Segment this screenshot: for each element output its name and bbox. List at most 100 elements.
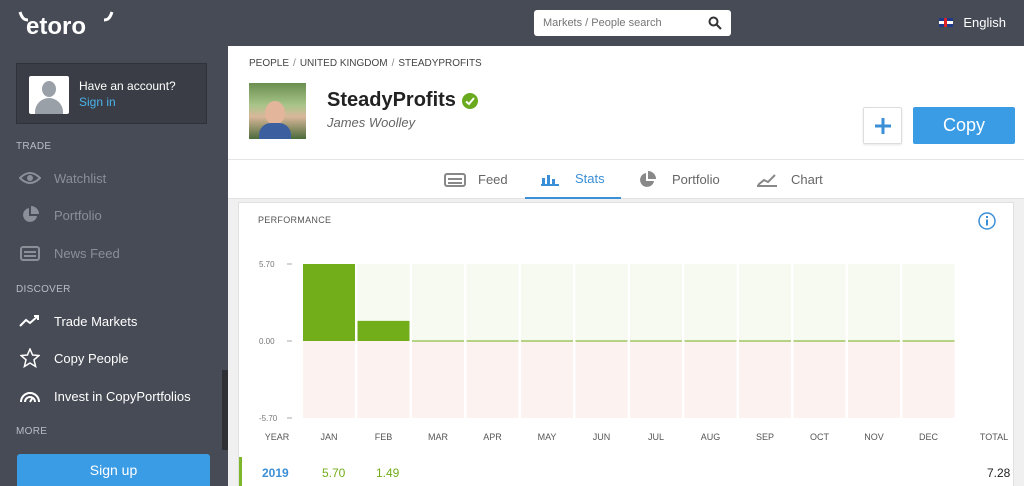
performance-card: PERFORMANCE 5.70 0.00 -5.70 JAN FEB MAR APR MAY… [238,202,1014,486]
line-chart-icon [757,172,779,188]
info-icon[interactable] [978,212,996,230]
total-value: 7.28 [987,466,1011,480]
x-tick-label: NOV [864,432,884,442]
tab-label: Stats [575,171,605,186]
top-bar: English [228,0,1024,46]
jan-value: 5.70 [322,466,346,480]
column-bg-negative [575,341,628,418]
add-to-watchlist-button[interactable] [863,107,902,144]
search-input[interactable] [534,10,694,36]
sign-in-link[interactable]: Sign in [79,95,116,109]
sidebar-item-news-feed[interactable]: News Feed [18,241,120,265]
verified-badge-icon [461,92,478,109]
sidebar-item-label: Watchlist [54,170,107,186]
x-tick-label: JUN [593,432,611,442]
profile-tabs: Feed Stats Portfolio Chart [228,159,1024,199]
feb-value: 1.49 [376,466,400,480]
username-text: SteadyProfits [327,89,456,111]
language-label: English [963,15,1006,30]
tab-label: Feed [478,172,508,187]
x-tick-label: DEC [919,432,939,442]
pie-chart-icon [18,205,42,225]
star-icon [18,348,42,368]
tab-label: Chart [791,172,823,187]
column-bg-negative [739,341,791,418]
bar-feb [357,320,410,341]
news-icon [18,243,42,263]
total-column-header: TOTAL [980,432,1008,442]
breadcrumb-user: STEADYPROFITS [398,58,482,69]
etoro-logo-graphic: etoro [18,11,114,40]
search-icon[interactable] [708,16,722,30]
sidebar-item-label: Portfolio [54,207,102,223]
x-tick-label: SEP [756,432,774,442]
tab-chart[interactable]: Chart [757,160,823,199]
tab-portfolio[interactable]: Portfolio [638,160,720,199]
language-selector[interactable]: English [939,15,1006,30]
column-bg-negative [848,341,900,418]
x-tick-label: AUG [701,432,721,442]
performance-chart: 5.70 0.00 -5.70 JAN FEB MAR APR MAY JUN JUL AUG SEP… [259,260,1008,442]
y-tick-label: 5.70 [259,260,275,269]
account-title: Have an account? [79,79,176,93]
profile-avatar [249,83,306,139]
column-bg-positive [739,264,791,341]
column-bg-negative [684,341,737,418]
tab-stats[interactable]: Stats [525,160,621,199]
breadcrumb-country[interactable]: UNITED KINGDOM [300,58,388,69]
x-tick-label: MAR [428,432,449,442]
bar-chart-icon [541,171,563,187]
copy-button[interactable]: Copy [913,107,1015,144]
x-tick-label: FEB [375,432,393,442]
column-bg-negative [412,341,464,418]
trade-heading: TRADE [16,141,52,152]
feed-icon [444,172,466,188]
column-bg-positive [466,264,519,341]
column-bg-positive [902,264,955,341]
account-box[interactable]: Have an account? Sign in [16,63,207,124]
search-box[interactable] [534,10,731,36]
avatar-placeholder-icon [29,76,69,114]
tab-label: Portfolio [672,172,720,187]
more-heading: MORE [16,426,48,437]
copyportfolio-icon [18,386,42,406]
etoro-logo[interactable]: etoro [18,8,118,45]
year-row-2019[interactable]: 2019 5.70 1.49 7.28 [239,457,1015,486]
sidebar: etoro Have an account? Sign in TRADE Wat… [0,0,228,486]
column-bg-positive [412,264,464,341]
real-name: James Woolley [327,115,416,130]
performance-title: PERFORMANCE [258,215,332,225]
column-bg-positive [793,264,846,341]
column-bg-positive [575,264,628,341]
discover-heading: DISCOVER [16,284,71,295]
column-bg-negative [902,341,955,418]
pie-chart-icon [638,170,660,188]
column-bg-negative [466,341,519,418]
sidebar-item-label: Invest in CopyPortfolios [54,388,191,404]
x-tick-label: JUL [648,432,664,442]
sidebar-item-portfolio[interactable]: Portfolio [18,203,102,227]
svg-text:etoro: etoro [26,13,86,38]
plus-icon [874,117,891,134]
year-label[interactable]: 2019 [262,466,289,480]
sidebar-item-label: Copy People [54,350,129,366]
x-tick-label: JAN [320,432,337,442]
column-bg-positive [848,264,900,341]
sign-up-button[interactable]: Sign up [17,454,210,486]
column-bg-positive [684,264,737,341]
sidebar-item-copyportfolios[interactable]: Invest in CopyPortfolios [18,384,191,408]
breadcrumb-people[interactable]: PEOPLE [249,58,289,69]
tab-feed[interactable]: Feed [444,160,508,199]
breadcrumb: PEOPLE / UNITED KINGDOM / STEADYPROFITS [249,58,482,69]
sidebar-item-trade-markets[interactable]: Trade Markets [18,309,137,333]
sidebar-item-copy-people[interactable]: Copy People [18,346,128,370]
year-column-header: YEAR [265,432,290,442]
sidebar-item-label: Trade Markets [54,313,138,329]
column-bg-negative [521,341,573,418]
main-content: PEOPLE / UNITED KINGDOM / STEADYPROFITS Stea… [228,46,1024,486]
column-bg-negative [630,341,682,418]
x-tick-label: APR [483,432,502,442]
sidebar-item-label: News Feed [54,245,120,261]
trend-up-icon [18,311,42,331]
sidebar-item-watchlist[interactable]: Watchlist [18,166,106,190]
